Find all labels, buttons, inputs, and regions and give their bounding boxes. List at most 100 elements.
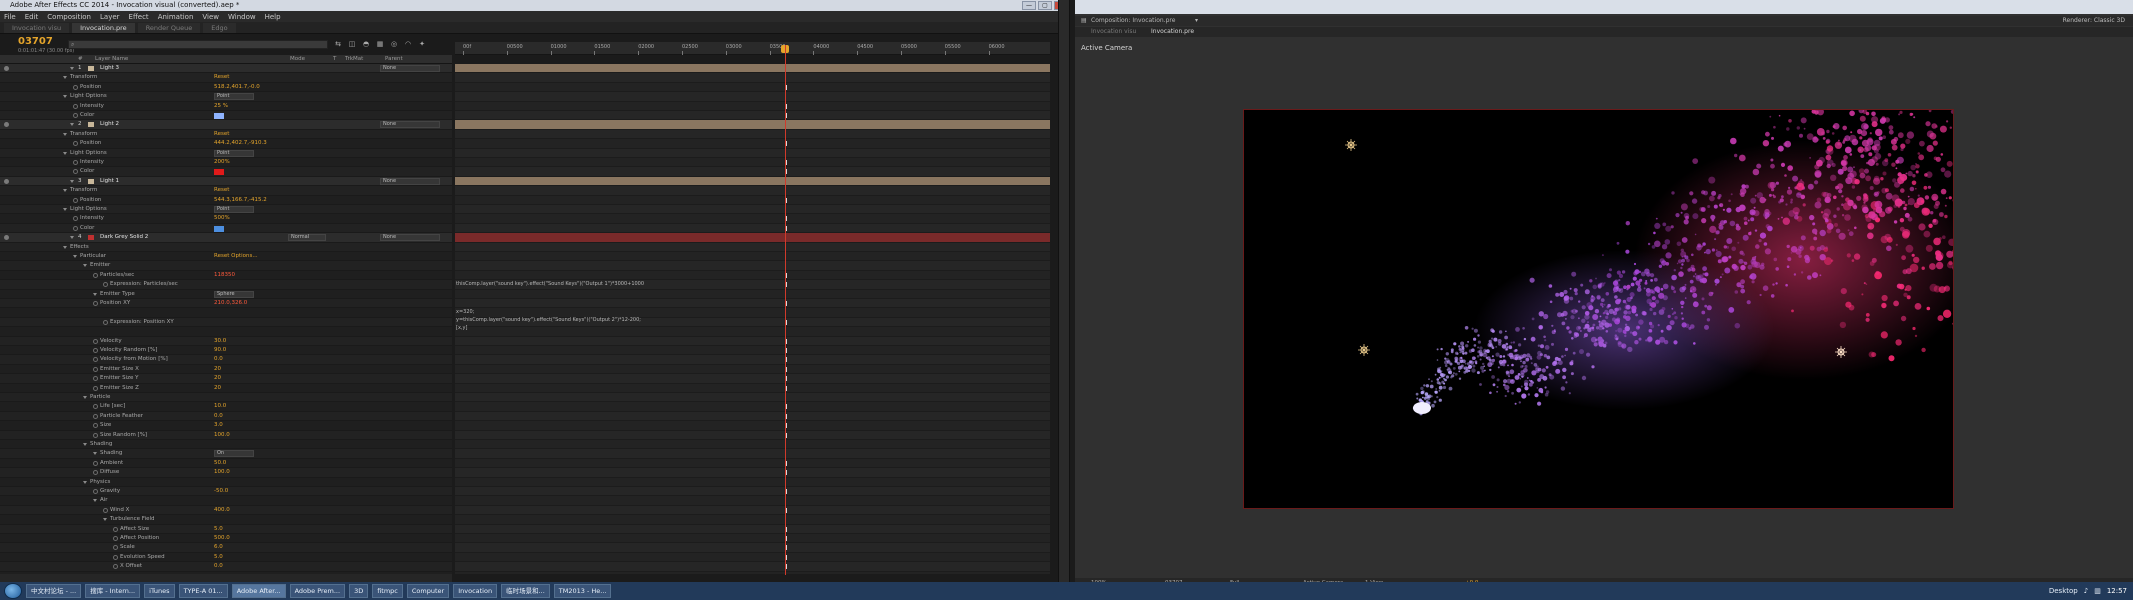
label-color-chip[interactable] [88, 178, 94, 184]
light-marker-icon[interactable] [1358, 344, 1370, 356]
chevron-down-icon[interactable] [70, 67, 74, 70]
expression-text[interactable]: y=thisComp.layer("sound key").effect("So… [456, 317, 641, 323]
layer-row[interactable]: Light Options Point [0, 205, 452, 215]
property-dropdown[interactable]: Point [214, 93, 254, 101]
chevron-down-icon[interactable] [93, 499, 97, 503]
layer-row[interactable]: Gravity -50.0 [0, 487, 452, 497]
expression-text[interactable]: x=320; [456, 309, 474, 315]
layer-row[interactable]: Color [0, 167, 452, 177]
stopwatch-icon[interactable] [93, 348, 98, 353]
layer-row[interactable]: Emitter Size X 20 [0, 365, 452, 375]
network-icon[interactable]: ▥ [2094, 587, 2101, 595]
taskbar-item[interactable]: Adobe Prem... [289, 584, 346, 598]
visibility-eye-icon[interactable] [4, 122, 9, 128]
stopwatch-icon[interactable] [93, 460, 98, 466]
property-value[interactable]: 20 [214, 365, 221, 374]
column-layer-name[interactable]: Layer Name [95, 55, 128, 64]
stopwatch-icon[interactable] [113, 536, 118, 541]
layer-row[interactable]: Intensity 500% [0, 214, 452, 224]
motion-blur-icon[interactable]: ◎ [389, 40, 399, 49]
layer-row[interactable]: Turbulence Field [0, 515, 452, 525]
layer-row[interactable]: Emitter Size Y 20 [0, 374, 452, 384]
taskbar-item[interactable]: Invocation [453, 584, 498, 598]
chevron-down-icon[interactable] [70, 123, 74, 127]
menu-item-window[interactable]: Window [228, 13, 256, 21]
layer-row[interactable]: Size 3.0 [0, 421, 452, 431]
start-button[interactable] [4, 583, 22, 599]
layer-row[interactable]: Particular Reset Options... [0, 252, 452, 262]
parent-select[interactable]: None [380, 234, 440, 242]
layer-row[interactable]: Emitter [0, 261, 452, 271]
property-value[interactable]: Reset Options... [214, 252, 258, 261]
chevron-down-icon[interactable] [83, 396, 87, 399]
layer-row[interactable]: Velocity 30.0 [0, 336, 452, 346]
current-time-display[interactable]: 03707 [18, 36, 53, 47]
stopwatch-icon[interactable] [93, 357, 98, 363]
frame-blending-icon[interactable]: ▦ [375, 40, 385, 49]
property-dropdown[interactable]: Point [214, 206, 254, 213]
layer-row[interactable]: Evolution Speed 5.0 [0, 553, 452, 563]
layer-row[interactable]: Transform Reset [0, 186, 452, 196]
taskbar-item[interactable]: fitmpc [372, 584, 403, 598]
panel-splitter[interactable] [1058, 0, 1070, 582]
column-t[interactable]: T [333, 55, 336, 64]
layer-row[interactable]: Intensity 25 % [0, 102, 452, 111]
property-dropdown[interactable]: Sphere [214, 290, 254, 298]
label-color-chip[interactable] [88, 66, 94, 71]
layer-row[interactable]: Diffuse 100.0 [0, 468, 452, 478]
property-value[interactable]: 5.0 [214, 553, 223, 562]
parent-select[interactable]: None [380, 177, 440, 185]
property-value[interactable]: 10.0 [214, 402, 226, 411]
chevron-down-icon[interactable] [70, 179, 74, 183]
breadcrumb-invocation[interactable]: Invocation visu [1091, 27, 1136, 37]
expression-text[interactable]: thisComp.layer("sound key").effect("Soun… [456, 281, 644, 287]
layer-row[interactable]: Transform Reset [0, 129, 452, 140]
stopwatch-icon[interactable] [73, 113, 78, 118]
layer-row[interactable]: Shading [0, 440, 452, 450]
stopwatch-icon[interactable] [93, 272, 98, 278]
layer-row[interactable]: Expression: Position XY [0, 317, 452, 328]
layer-row[interactable]: Position XY 210.0,326.0 [0, 299, 452, 309]
maximize-button[interactable]: ▢ [1038, 1, 1052, 10]
layer-name[interactable]: Light 3 [100, 64, 119, 73]
layer-row[interactable]: 4 Dark Grey Solid 2 Normal None [0, 233, 452, 243]
layer-row[interactable]: Position 518.2,401.7,-0.0 [0, 83, 452, 93]
tab-2[interactable]: Render Queue [137, 23, 201, 33]
playhead-line[interactable] [785, 45, 786, 575]
stopwatch-icon[interactable] [73, 84, 78, 90]
parent-select[interactable]: None [380, 121, 440, 129]
property-value[interactable]: 210.0,326.0 [214, 299, 247, 308]
layer-row[interactable]: Effects [0, 242, 452, 252]
layer-row[interactable]: Color [0, 111, 452, 121]
desktop-toolbar[interactable]: Desktop [2049, 587, 2078, 595]
property-value[interactable]: 500% [214, 214, 230, 223]
brainstorm-icon[interactable]: ✦ [417, 40, 427, 49]
renderer-value[interactable]: Classic 3D [2094, 17, 2125, 24]
property-value[interactable]: 400.0 [214, 506, 230, 515]
layer-row[interactable]: Scale 6.0 [0, 543, 452, 553]
tab-0[interactable]: Invocation visu [4, 23, 70, 33]
property-value[interactable]: Reset [214, 186, 229, 195]
layer-row[interactable]: Particles/sec 118350 [0, 271, 452, 281]
taskbar-item[interactable]: Computer [406, 584, 450, 598]
label-color-chip[interactable] [88, 122, 94, 128]
clock[interactable]: 12:57 [2107, 587, 2127, 595]
stopwatch-icon[interactable] [113, 545, 118, 551]
layer-row[interactable]: Size Random [%] 100.0 [0, 430, 452, 440]
layer-row[interactable]: Velocity from Motion [%] 0.0 [0, 355, 452, 365]
menu-item-effect[interactable]: Effect [129, 13, 149, 21]
chevron-down-icon[interactable] [63, 76, 67, 80]
visibility-eye-icon[interactable] [4, 178, 9, 184]
layer-row[interactable]: Particle Feather 0.0 [0, 411, 452, 422]
chevron-down-icon[interactable] [63, 132, 67, 136]
property-value[interactable]: 20 [214, 374, 221, 383]
layer-row[interactable]: X Offset 0.0 [0, 562, 452, 572]
layer-row[interactable]: Emitter Size Z 20 [0, 384, 452, 393]
property-value[interactable]: 20 [214, 384, 221, 393]
chevron-down-icon[interactable] [63, 245, 67, 249]
comp-panel-menu-icon[interactable]: ▤ [1081, 16, 1087, 26]
taskbar-item[interactable]: 搜库 - Intern... [85, 584, 141, 598]
stopwatch-icon[interactable] [73, 103, 78, 109]
property-value[interactable]: 118350 [214, 271, 235, 280]
layer-row[interactable]: Color [0, 223, 452, 234]
